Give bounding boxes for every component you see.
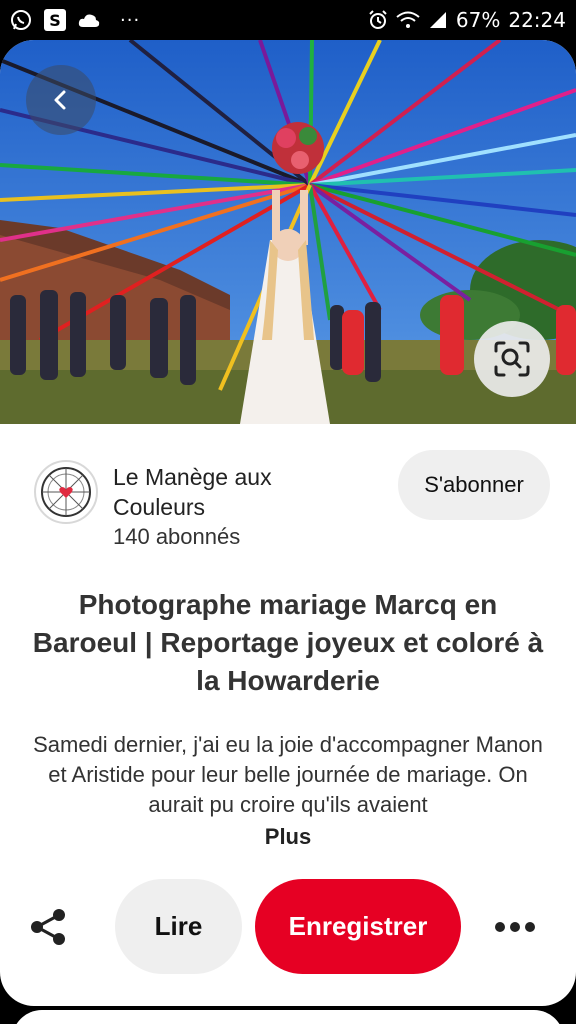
dot-icon bbox=[510, 922, 520, 932]
signal-icon bbox=[428, 11, 448, 29]
back-button[interactable] bbox=[26, 65, 96, 135]
back-arrow-icon bbox=[54, 90, 66, 110]
share-icon bbox=[31, 909, 65, 945]
more-options-button[interactable] bbox=[492, 910, 538, 944]
cloud-icon bbox=[78, 12, 100, 28]
wifi-icon bbox=[396, 11, 420, 29]
creator-avatar[interactable] bbox=[34, 460, 98, 524]
visual-search-button[interactable] bbox=[474, 321, 550, 397]
app-s-icon: S bbox=[44, 9, 66, 31]
battery-level: 67% bbox=[455, 8, 501, 32]
whatsapp-icon bbox=[10, 9, 32, 31]
status-bar: S ··· 67% 22:24 bbox=[0, 0, 576, 40]
pin-card: Le Manège aux Couleurs 140 abonnés S'abo… bbox=[0, 40, 576, 1006]
follower-count: 140 abonnés bbox=[113, 524, 241, 549]
share-button[interactable] bbox=[26, 904, 72, 950]
clock: 22:24 bbox=[508, 8, 566, 32]
read-button[interactable]: Lire bbox=[115, 879, 242, 974]
creator-row: Le Manège aux Couleurs 140 abonnés S'abo… bbox=[34, 450, 554, 549]
save-button[interactable]: Enregistrer bbox=[255, 879, 461, 974]
pin-title: Photographe mariage Marcq en Baroeul | R… bbox=[32, 589, 544, 696]
visual-search-icon bbox=[494, 341, 530, 377]
pin-image[interactable] bbox=[0, 40, 576, 424]
alarm-icon bbox=[368, 10, 388, 30]
carousel-logo-icon bbox=[41, 467, 91, 517]
creator-name[interactable]: Le Manège aux Couleurs bbox=[113, 462, 323, 522]
dot-icon bbox=[525, 922, 535, 932]
dot-icon bbox=[495, 922, 505, 932]
status-right: 67% 22:24 bbox=[368, 8, 566, 32]
next-card-peek bbox=[12, 1010, 564, 1024]
more-link[interactable]: Plus bbox=[0, 824, 576, 850]
pin-description: Samedi dernier, j'ai eu la joie d'accomp… bbox=[33, 732, 543, 817]
subscribe-button[interactable]: S'abonner bbox=[398, 450, 550, 520]
status-left: S ··· bbox=[10, 9, 140, 31]
notification-overflow-icon: ··· bbox=[120, 9, 141, 31]
